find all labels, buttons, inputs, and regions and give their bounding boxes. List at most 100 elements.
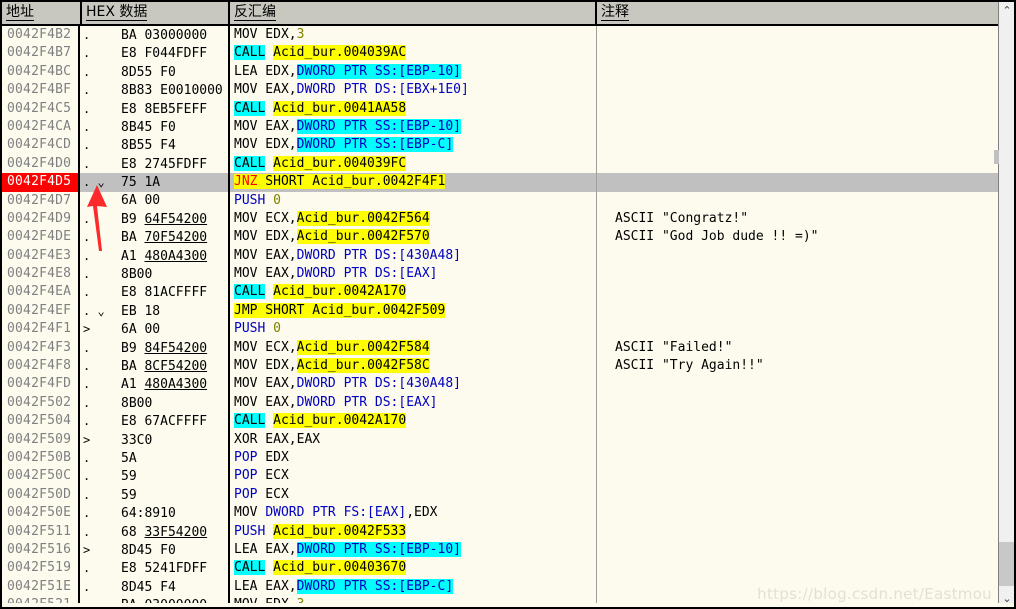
disasm-token: MOV ECX, [234, 339, 297, 355]
column-header-address[interactable]: 地址 [2, 2, 82, 24]
row-comment [597, 412, 996, 430]
row-hex-value: 8D55 F0 [121, 64, 176, 80]
disasm-token: JMP [234, 302, 258, 318]
row-hex-operand: 480A4300 [144, 377, 208, 393]
disasm-token: Acid_bur.0041AA58 [273, 100, 407, 116]
disassembly-row[interactable]: 0042F519. E8 5241FDFF CALL Acid_bur.004036… [2, 559, 998, 578]
row-comment [597, 173, 996, 191]
disassembly-row[interactable]: 0042F50C. 59 POP ECX [2, 467, 998, 486]
row-gutter-marker: . [83, 138, 91, 153]
disasm-token: Acid_bur.0042F58C [296, 358, 430, 374]
row-comment [597, 431, 996, 449]
row-comment: ASCII "Congratz!" [615, 210, 749, 226]
row-hex-value: 8D45 F0 [121, 542, 176, 558]
disassembly-row[interactable]: 0042F4EA. E8 81ACFFFF CALL Acid_bur.0042A1… [2, 283, 998, 302]
disassembly-row[interactable]: 0042F4E8. 8B00 MOV EAX,DWORD PTR DS:[EAX] [2, 265, 998, 284]
row-hex-value: 33C0 [121, 432, 153, 448]
row-gutter-marker: . [83, 506, 91, 521]
disassembly-row[interactable]: 0042F4F8. BA 8CF54200 MOV EDX,Acid_bur.004… [2, 357, 998, 376]
disasm-token [265, 45, 273, 60]
row-gutter-marker: . [83, 211, 91, 226]
row-hex-value: 64:8910 [121, 506, 176, 522]
column-header-disasm[interactable]: 反汇编 [230, 2, 597, 24]
scroll-up-button[interactable]: ⌃ [999, 2, 1014, 19]
row-disassembly: MOV EDX,Acid_bur.0042F58C [230, 357, 597, 376]
disassembly-row[interactable]: 0042F509 > 33C0 XOR EAX,EAX [2, 430, 998, 449]
row-disassembly: CALL Acid_bur.00403670 [230, 559, 597, 578]
disassembly-row[interactable]: 0042F4F3. B9 84F54200 MOV ECX,Acid_bur.004… [2, 338, 998, 358]
scrollbar-thumb[interactable] [999, 542, 1014, 586]
row-gutter-marker: . [83, 119, 91, 134]
disasm-token: EDX [257, 449, 289, 465]
row-comment [597, 247, 996, 265]
disassembly-row[interactable]: 0042F4B2. BA 03000000 MOV EDX,3 [2, 26, 998, 45]
disassembly-row[interactable]: 0042F4CD. 8B55 F4 MOV EDX,DWORD PTR SS:[EB… [2, 136, 998, 155]
vertical-scrollbar[interactable]: ⌃ ⌄ [994, 2, 1014, 607]
disasm-token: DWORD PTR SS:[EBP-10] [296, 541, 461, 557]
disassembly-row[interactable]: 0042F4D0. E8 2745FDFF CALL Acid_bur.004039… [2, 154, 998, 174]
disassembly-row[interactable]: 0042F4BF. 8B83 E0010000 MOV EAX,DWORD PTR … [2, 81, 998, 100]
row-gutter-marker: . ⌄ [83, 303, 105, 318]
row-hex-bytes: . 8D45 F4 [80, 577, 230, 597]
row-comment [597, 118, 996, 136]
row-address: 0042F4D9 [2, 209, 80, 229]
column-header-address-label: 地址 [6, 4, 34, 21]
row-comment [597, 100, 996, 118]
disasm-token: Acid_bur.0042F533 [273, 523, 407, 539]
row-hex-value: EB 18 [121, 303, 161, 319]
disasm-token [265, 284, 273, 299]
row-hex-bytes: . E8 8EB5FEFF [80, 99, 230, 118]
row-gutter-marker: . [83, 450, 91, 465]
disassembly-row[interactable]: 0042F4CA. 8B45 F0 MOV EAX,DWORD PTR SS:[EB… [2, 117, 998, 137]
row-disassembly: MOV EDX,Acid_bur.0042F570 [230, 228, 597, 247]
disassembly-row[interactable]: 0042F4E3. A1 480A4300 MOV EAX,DWORD PTR DS… [2, 246, 998, 266]
row-gutter-marker: . [83, 285, 91, 300]
column-header-hex[interactable]: HEX 数据 [82, 2, 230, 24]
row-gutter-marker: . [83, 267, 91, 282]
disassembly-row[interactable]: 0042F4F1 > 6A 00 PUSH 0 [2, 320, 998, 339]
disassembly-row[interactable]: 0042F51E. 8D45 F4 LEA EAX,DWORD PTR SS:[EB… [2, 577, 998, 597]
disassembly-row[interactable]: 0042F4C5. E8 8EB5FEFF CALL Acid_bur.0041AA… [2, 99, 998, 118]
row-hex-bytes: . B9 84F54200 [80, 338, 230, 358]
disasm-token: MOV [234, 505, 266, 521]
disassembly-row[interactable]: 0042F4B7. E8 F044FDFF CALL Acid_bur.004039… [2, 44, 998, 63]
row-comment [597, 559, 996, 577]
disassembly-row[interactable]: 0042F4D9. B9 64F54200 MOV ECX,Acid_bur.004… [2, 209, 998, 229]
disassembly-row[interactable]: 0042F50D. 59 POP ECX [2, 485, 998, 505]
disasm-token: MOV EDX, [234, 358, 297, 374]
disassembly-row[interactable]: 0042F50B. 5A POP EDX [2, 448, 998, 468]
row-disassembly: CALL Acid_bur.0042A170 [230, 283, 597, 302]
row-hex-value: BA [121, 230, 145, 246]
row-gutter-marker: . [83, 377, 91, 392]
disassembly-row[interactable]: 0042F4D5. ⌄ 75 1A JNZ SHORT Acid_bur.0042F… [2, 173, 998, 192]
row-hex-bytes: . E8 67ACFFFF [80, 412, 230, 431]
disassembly-row[interactable]: 0042F4BC. 8D55 F0 LEA EDX,DWORD PTR SS:[EB… [2, 62, 998, 82]
row-gutter-marker: . [83, 83, 91, 98]
column-header-bar: 地址 HEX 数据 反汇编 注释 [2, 2, 1014, 26]
row-hex-value: 59 [121, 487, 137, 503]
disassembly-row[interactable]: 0042F4DE. BA 70F54200 MOV EDX,Acid_bur.004… [2, 228, 998, 247]
disassembly-row[interactable]: 0042F50E. 64:8910 MOV DWORD PTR FS:[EAX],E… [2, 504, 998, 523]
row-hex-value: 68 [121, 524, 145, 540]
disassembly-row[interactable]: 0042F4D7 6A 00 PUSH 0 [2, 191, 998, 210]
row-comment: ASCII "Failed!" [615, 339, 733, 355]
row-hex-value: E8 5241FDFF [121, 561, 208, 577]
disasm-token: MOV EAX, [234, 82, 297, 98]
row-address: 0042F50B [2, 448, 80, 468]
row-hex-value: E8 67ACFFFF [121, 414, 208, 430]
disassembly-row[interactable]: 0042F502. 8B00 MOV EAX,DWORD PTR DS:[EAX] [2, 393, 998, 413]
row-comment [597, 467, 996, 485]
row-gutter-marker: . [83, 46, 91, 61]
disasm-token: LEA EAX, [234, 578, 297, 594]
row-comment [597, 44, 996, 62]
row-hex-bytes: . B9 64F54200 [80, 209, 230, 229]
disassembly-row[interactable]: 0042F4FD. A1 480A4300 MOV EAX,DWORD PTR DS… [2, 375, 998, 394]
column-header-comment[interactable]: 注释 [597, 2, 996, 24]
row-address: 0042F4E3 [2, 246, 80, 266]
disassembly-row[interactable]: 0042F504. E8 67ACFFFF CALL Acid_bur.0042A1… [2, 412, 998, 431]
row-hex-value: 6A 00 [121, 322, 161, 338]
disassembly-row[interactable]: 0042F511. 68 33F54200 PUSH Acid_bur.0042F5… [2, 522, 998, 541]
row-comment: ASCII "God Job dude !! =)" [615, 229, 819, 245]
disassembly-row[interactable]: 0042F4EF. ⌄ EB 18 JMP SHORT Acid_bur.0042F… [2, 301, 998, 321]
disassembly-row[interactable]: 0042F516 > 8D45 F0 LEA EAX,DWORD PTR SS:[E… [2, 540, 998, 560]
